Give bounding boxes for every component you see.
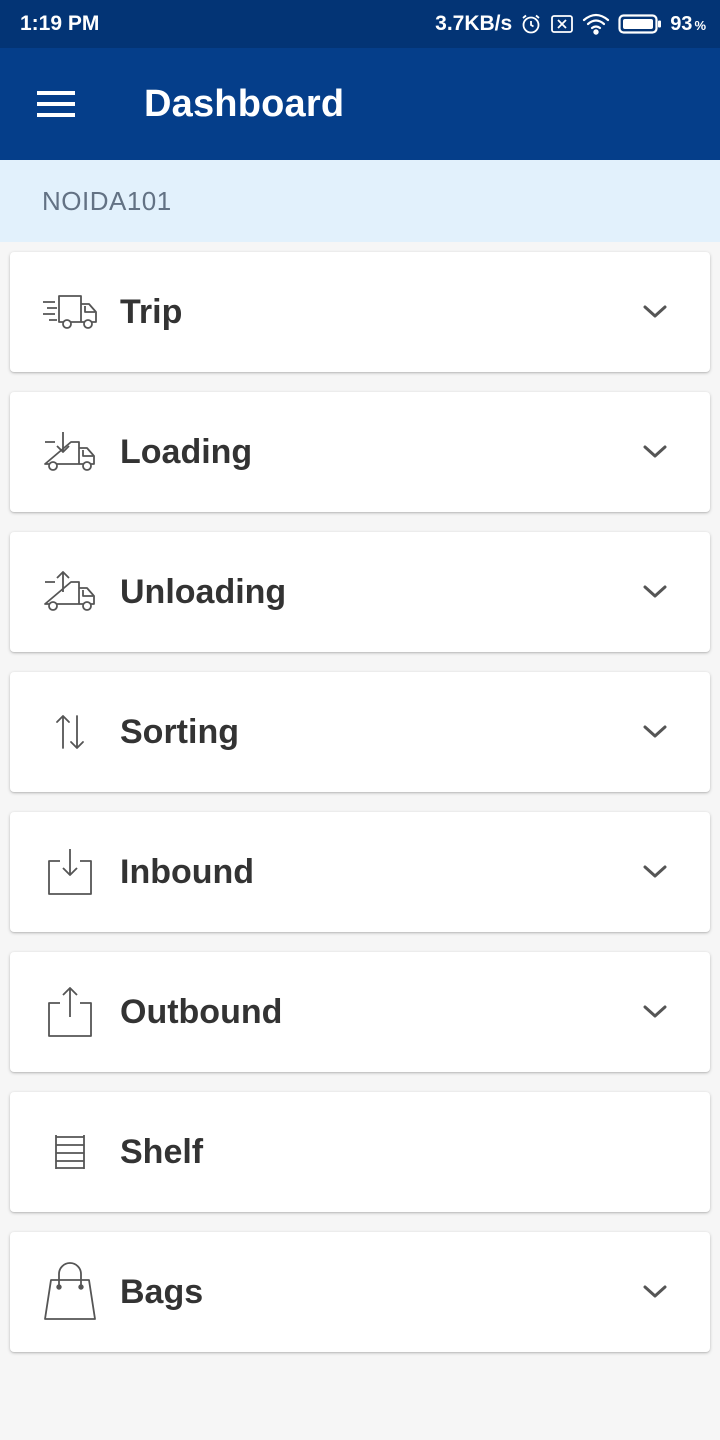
battery-icon [618, 13, 662, 35]
truck-unloading-icon [40, 562, 100, 622]
status-indicators: 3.7KB/s 93 % [435, 12, 706, 36]
chevron-down-icon[interactable] [640, 437, 670, 467]
inbound-tray-icon [40, 842, 100, 902]
menu-item-outbound[interactable]: Outbound [10, 952, 710, 1072]
chevron-down-icon[interactable] [640, 857, 670, 887]
station-code-bar: NOIDA101 [0, 160, 720, 242]
menu-item-shelf[interactable]: Shelf [10, 1092, 710, 1212]
outbound-tray-icon [40, 982, 100, 1042]
status-bar: 1:19 PM 3.7KB/s 93 % [0, 0, 720, 48]
chevron-down-icon[interactable] [640, 1277, 670, 1307]
sim-off-icon [550, 14, 574, 34]
menu-item-label: Sorting [120, 712, 239, 751]
status-time: 1:19 PM [20, 12, 100, 35]
chevron-down-icon[interactable] [640, 997, 670, 1027]
sort-arrows-icon [40, 702, 100, 762]
chevron-down-icon[interactable] [640, 297, 670, 327]
chevron-down-icon[interactable] [640, 577, 670, 607]
app-bar: Dashboard [0, 48, 720, 160]
battery-percentage: 93% [670, 13, 706, 36]
battery-level: 93 [670, 12, 693, 35]
menu-item-label: Unloading [120, 572, 287, 611]
menu-item-trip[interactable]: Trip [10, 252, 710, 372]
menu-item-sorting[interactable]: Sorting [10, 672, 710, 792]
menu-item-label: Inbound [120, 852, 255, 891]
battery-unit: % [694, 17, 706, 33]
menu-item-label: Trip [120, 292, 183, 331]
truck-loading-icon [40, 422, 100, 482]
menu-item-loading[interactable]: Loading [10, 392, 710, 512]
menu-item-label: Bags [120, 1272, 204, 1311]
menu-item-unloading[interactable]: Unloading [10, 532, 710, 652]
delivery-truck-icon [40, 282, 100, 342]
hamburger-menu-icon[interactable] [36, 84, 76, 124]
wifi-icon [582, 13, 610, 35]
chevron-down-icon[interactable] [640, 717, 670, 747]
shelf-icon [40, 1122, 100, 1182]
menu-item-label: Shelf [120, 1132, 204, 1171]
shopping-bag-icon [40, 1262, 100, 1322]
dashboard-menu-list: Trip Loading Unloading Sorting Inbound O… [0, 242, 720, 1352]
page-title: Dashboard [144, 82, 345, 125]
menu-item-label: Outbound [120, 992, 283, 1031]
menu-item-label: Loading [120, 432, 253, 471]
menu-item-bags[interactable]: Bags [10, 1232, 710, 1352]
menu-item-inbound[interactable]: Inbound [10, 812, 710, 932]
alarm-icon [520, 13, 542, 35]
network-speed: 3.7KB/s [435, 12, 513, 35]
station-code: NOIDA101 [42, 185, 172, 216]
